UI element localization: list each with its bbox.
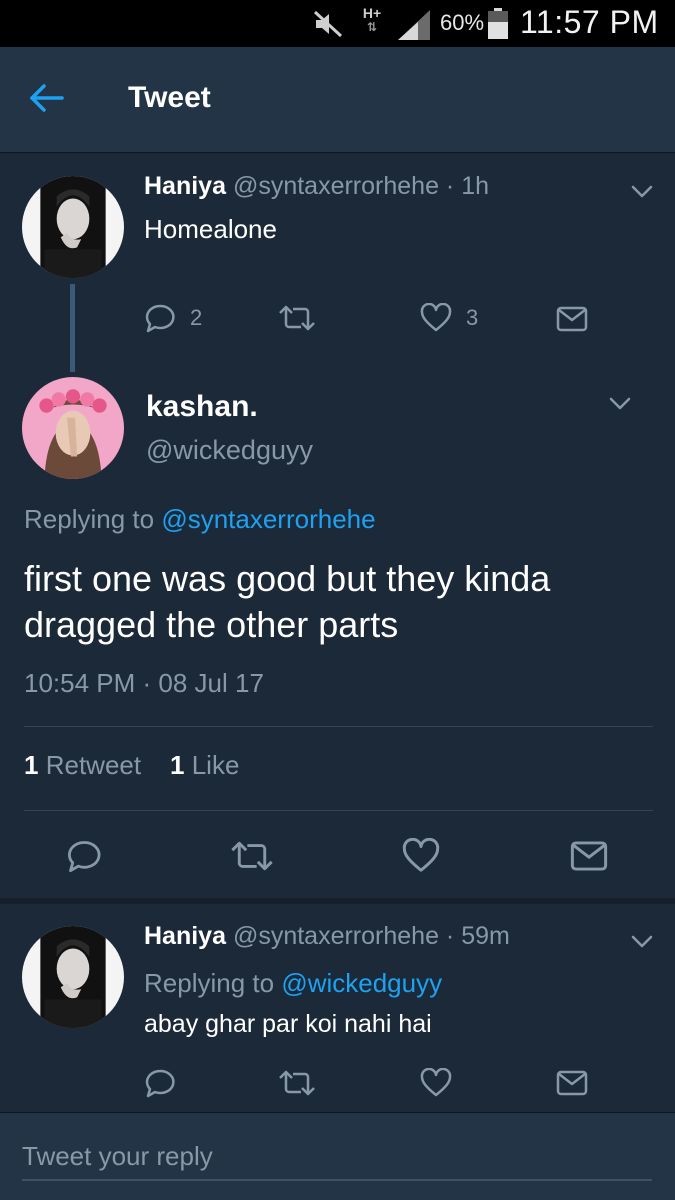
avatar[interactable] <box>22 176 124 278</box>
divider <box>24 726 653 727</box>
status-bar: H+ ⇅ 60% 11:57 PM <box>0 0 675 47</box>
like-stat[interactable]: 1 Like <box>170 750 239 780</box>
reply-icon[interactable] <box>144 303 176 333</box>
heart-icon[interactable] <box>420 1068 452 1098</box>
user-handle[interactable]: @wickedguyy <box>146 435 313 466</box>
heart-icon[interactable] <box>402 838 440 874</box>
battery-icon <box>488 8 508 39</box>
replying-handle-link[interactable]: @wickedguyy <box>281 968 442 998</box>
arrow-left-icon[interactable] <box>28 83 64 113</box>
network-label: H+ <box>362 5 382 21</box>
tweet-text: first one was good but they kinda dragge… <box>24 558 551 645</box>
clock: 11:57 PM <box>520 4 659 40</box>
like-label: Like <box>191 750 240 780</box>
like-count: 1 <box>170 750 185 780</box>
chevron-down-icon[interactable] <box>630 184 654 200</box>
tweet-stats: 1 Retweet 1 Like <box>24 750 239 781</box>
reply-icon[interactable] <box>66 838 102 874</box>
retweet-icon[interactable] <box>278 1070 316 1096</box>
replying-handle-link[interactable]: @syntaxerrorhehe <box>161 504 375 534</box>
reply-input[interactable] <box>22 1133 652 1181</box>
tweet-text: Homealone <box>144 214 277 244</box>
user-name[interactable]: Haniya <box>144 922 226 950</box>
message-icon[interactable] <box>556 1070 588 1096</box>
tweet-time: 1h <box>461 172 490 200</box>
signal-icon <box>398 10 430 40</box>
divider <box>24 810 653 811</box>
tweet-time: 59m <box>461 922 510 950</box>
message-icon[interactable] <box>556 306 588 332</box>
retweet-count: 1 <box>24 750 39 780</box>
network-icon: H+ ⇅ <box>362 5 382 34</box>
tweet-header: Haniya @syntaxerrorhehe · 1h <box>144 172 489 201</box>
heart-icon[interactable] <box>420 303 452 333</box>
chevron-down-icon[interactable] <box>608 396 632 412</box>
retweet-icon[interactable] <box>278 305 316 331</box>
user-name[interactable]: Haniya <box>144 172 226 200</box>
replying-to: Replying to @wickedguyy <box>144 968 442 999</box>
chevron-down-icon[interactable] <box>630 934 654 950</box>
separator: · <box>445 922 455 950</box>
replying-prefix: Replying to <box>24 504 155 534</box>
retweet-label: Retweet <box>45 750 142 780</box>
section-separator <box>0 898 675 904</box>
page-title: Tweet <box>128 81 211 114</box>
replying-prefix: Replying to <box>144 968 275 998</box>
tweet-timestamp: 10:54 PM · 08 Jul 17 <box>24 668 264 698</box>
like-count: 3 <box>466 305 479 330</box>
retweet-icon[interactable] <box>230 840 274 872</box>
app-bar: Tweet <box>0 47 675 153</box>
thread-line <box>70 284 75 372</box>
separator: · <box>445 172 455 200</box>
message-icon[interactable] <box>570 840 608 872</box>
retweet-stat[interactable]: 1 Retweet <box>24 750 141 780</box>
user-handle[interactable]: @syntaxerrorhehe <box>233 172 439 200</box>
reply-composer <box>0 1112 675 1200</box>
tweet-text: abay ghar par koi nahi hai <box>144 1010 432 1038</box>
avatar[interactable] <box>22 926 124 1028</box>
reply-count: 2 <box>190 305 203 330</box>
battery-percent: 60% <box>440 10 485 35</box>
user-name[interactable]: kashan. <box>146 390 258 424</box>
avatar[interactable] <box>22 377 124 479</box>
tweet-header: Haniya @syntaxerrorhehe · 59m <box>144 922 510 951</box>
mute-icon <box>313 10 343 38</box>
reply-icon[interactable] <box>144 1068 176 1098</box>
user-handle[interactable]: @syntaxerrorhehe <box>233 922 439 950</box>
replying-to: Replying to @syntaxerrorhehe <box>24 504 376 535</box>
